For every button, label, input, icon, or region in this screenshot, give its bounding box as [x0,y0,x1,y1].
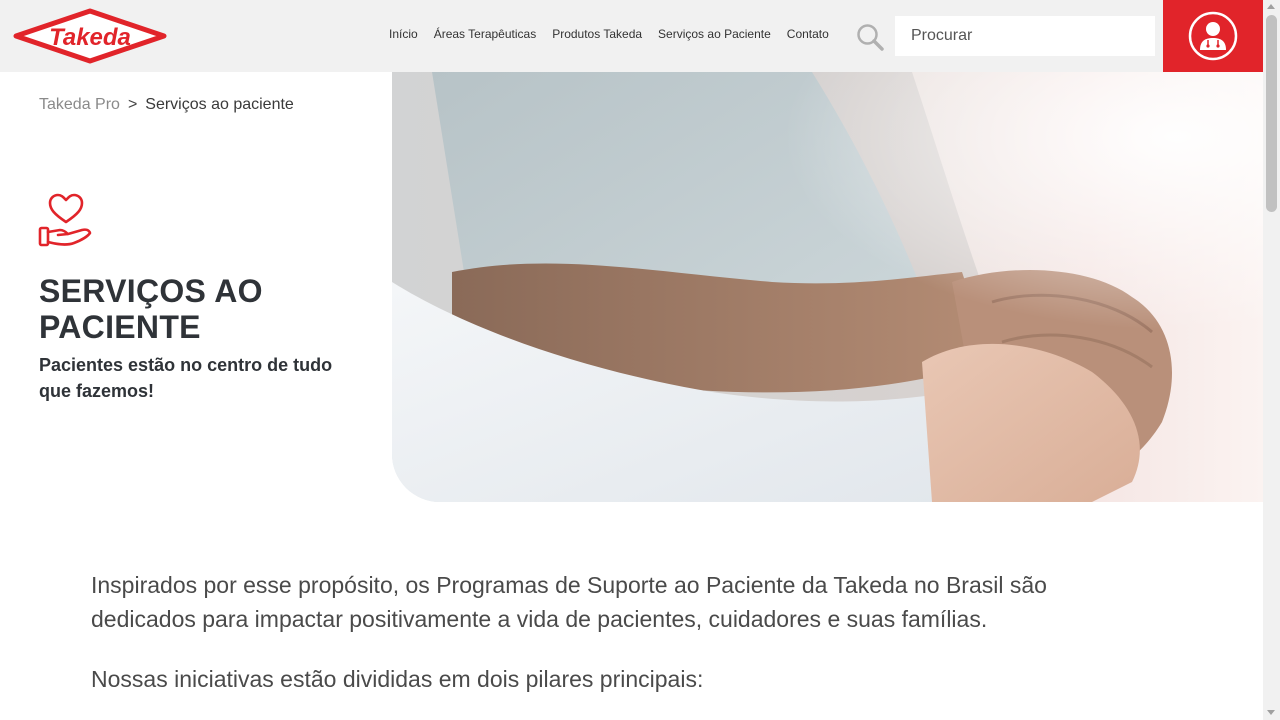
nav-item-areas-terapeuticas[interactable]: Áreas Terapêuticas [434,27,537,41]
heart-hand-icon [38,193,92,247]
main-nav: Início Áreas Terapêuticas Produtos Taked… [389,27,829,41]
takeda-logo[interactable]: Takeda [12,8,168,64]
intro-paragraph: Inspirados por esse propósito, os Progra… [91,572,1047,632]
breadcrumb-separator: > [127,96,138,113]
page-title: SERVIÇOS AO PACIENTE [39,273,263,345]
scroll-thumb[interactable] [1266,15,1277,212]
page: Takeda Início Áreas Terapêuticas Produto… [0,0,1280,720]
scrollbar[interactable] [1263,0,1280,720]
nav-item-servicos-ao-paciente[interactable]: Serviços ao Paciente [658,27,771,41]
breadcrumb-home-link[interactable]: Takeda Pro [39,96,120,114]
breadcrumb-current: Serviços ao paciente [145,96,294,113]
nav-item-inicio[interactable]: Início [389,27,418,41]
nav-item-produtos-takeda[interactable]: Produtos Takeda [552,27,642,41]
site-header: Takeda Início Áreas Terapêuticas Produto… [0,0,1263,72]
hero-image [392,72,1263,502]
doctor-icon [1188,11,1238,61]
pillars-intro-paragraph: Nossas iniciativas estão divididas em do… [91,666,704,692]
hcp-profile-button[interactable] [1163,0,1263,72]
breadcrumb: Takeda Pro > Serviços ao paciente [39,96,294,114]
logo-wordmark: Takeda [49,24,131,51]
holding-hands-photo [392,72,1263,502]
nav-item-contato[interactable]: Contato [787,27,829,41]
page-subtitle: Pacientes estão no centro de tudo que fa… [39,355,333,401]
scroll-down-icon[interactable] [1267,710,1275,715]
scroll-up-icon[interactable] [1267,4,1275,9]
search-icon[interactable] [855,22,885,52]
search-input[interactable] [895,16,1155,56]
